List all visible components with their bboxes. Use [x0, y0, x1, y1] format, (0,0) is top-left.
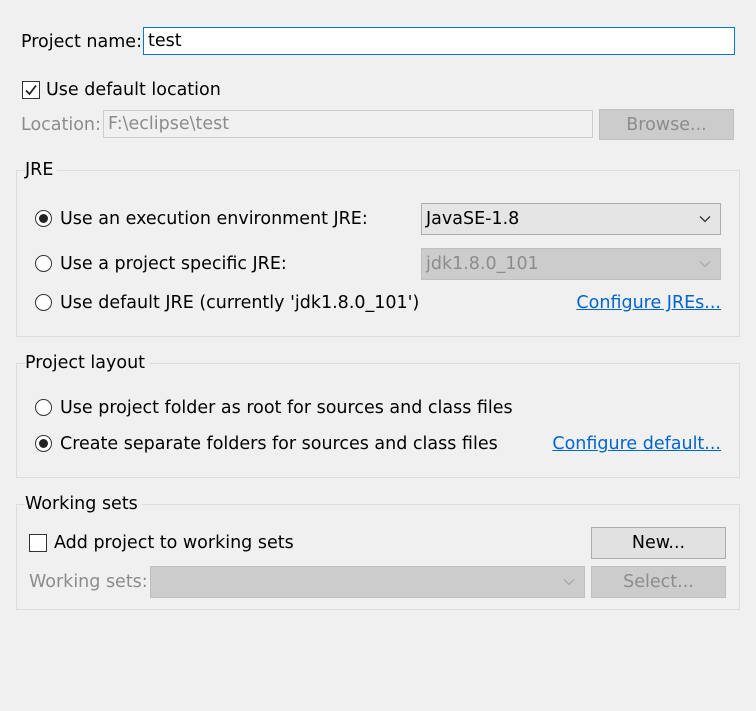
execution-env-radio[interactable]: [35, 210, 52, 227]
default-jre-radio[interactable]: [35, 294, 52, 311]
chevron-down-icon: [698, 204, 712, 234]
chevron-down-icon: [698, 249, 712, 279]
configure-default-link[interactable]: Configure default...: [552, 432, 721, 456]
project-layout-group: [16, 363, 740, 478]
execution-env-value: JavaSE-1.8: [426, 209, 520, 229]
new-working-set-button[interactable]: New...: [591, 527, 726, 559]
project-specific-jre-combo[interactable]: jdk1.8.0_101: [421, 248, 721, 280]
new-java-project-page: Project name: test Use default location …: [0, 0, 756, 711]
checkmark-icon: [25, 84, 37, 96]
chevron-down-icon: [562, 567, 576, 597]
select-working-sets-button[interactable]: Select...: [591, 566, 726, 598]
configure-jres-link[interactable]: Configure JREs...: [576, 291, 721, 315]
single-folder-radio[interactable]: [35, 399, 52, 416]
execution-env-label: Use an execution environment JRE:: [60, 209, 368, 229]
add-to-working-sets-checkbox[interactable]: [29, 534, 47, 552]
project-name-label: Project name:: [21, 32, 142, 52]
location-label: Location:: [21, 115, 101, 135]
project-specific-jre-radio[interactable]: [35, 255, 52, 272]
project-layout-group-title: Project layout: [25, 351, 150, 375]
working-sets-group-title: Working sets: [25, 492, 142, 516]
project-specific-jre-value: jdk1.8.0_101: [426, 254, 539, 274]
use-default-location-label: Use default location: [46, 80, 221, 100]
single-folder-label: Use project folder as root for sources a…: [60, 398, 513, 418]
separate-folders-label: Create separate folders for sources and …: [60, 434, 498, 454]
use-default-location-checkbox[interactable]: [22, 81, 40, 99]
working-sets-label: Working sets:: [29, 572, 148, 592]
project-name-input[interactable]: test: [143, 27, 735, 55]
browse-button[interactable]: Browse...: [599, 109, 734, 140]
working-sets-combo[interactable]: [150, 566, 585, 598]
jre-group-title: JRE: [25, 158, 58, 182]
location-input[interactable]: F:\eclipse\test: [103, 110, 593, 138]
project-specific-jre-label: Use a project specific JRE:: [60, 254, 287, 274]
execution-env-combo[interactable]: JavaSE-1.8: [421, 203, 721, 235]
add-to-working-sets-label: Add project to working sets: [54, 533, 294, 553]
default-jre-label: Use default JRE (currently 'jdk1.8.0_101…: [60, 293, 420, 313]
separate-folders-radio[interactable]: [35, 435, 52, 452]
